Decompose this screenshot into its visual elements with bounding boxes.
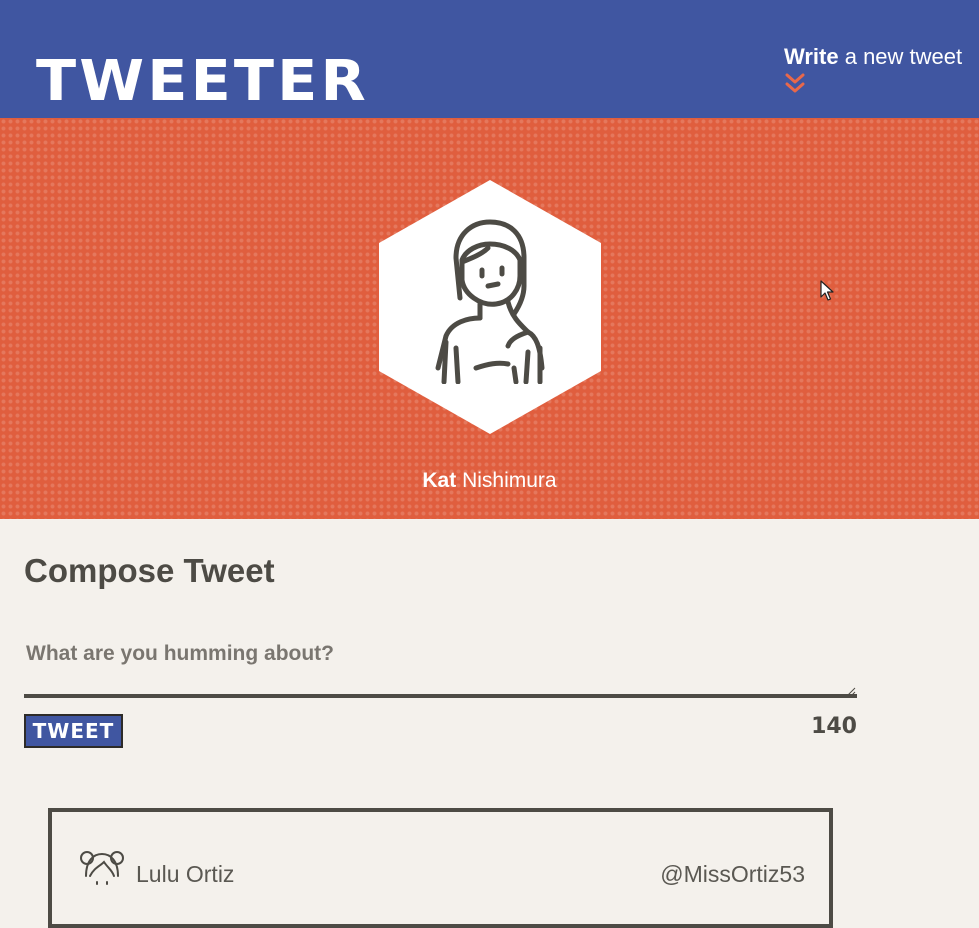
tweet-author-handle: @MissOrtiz53 xyxy=(660,861,805,887)
woman-avatar-icon xyxy=(435,219,545,384)
character-counter: 140 xyxy=(811,714,857,739)
double-chevron-down-icon[interactable] xyxy=(785,72,805,96)
tweet-submit-button[interactable]: TWEET xyxy=(24,714,123,748)
tweet-card: Lulu Ortiz @MissOrtiz53 xyxy=(48,808,833,928)
tweet-text-input[interactable] xyxy=(24,638,857,698)
profile-name: Kat Nishimura xyxy=(0,468,979,494)
top-navbar: TWEETER Write a new tweet xyxy=(0,0,979,118)
profile-banner: Kat Nishimura xyxy=(0,118,979,519)
compose-tweet-title: Compose Tweet xyxy=(24,552,275,589)
write-new-tweet-bold: Write xyxy=(784,44,839,69)
logo: TWEETER xyxy=(36,49,369,114)
profile-first-name: Kat xyxy=(422,469,457,492)
write-new-tweet-rest: a new tweet xyxy=(838,44,963,69)
profile-last-name: Nishimura xyxy=(456,469,557,492)
mouse-pointer-icon xyxy=(820,280,834,301)
resize-grip-icon[interactable] xyxy=(846,686,856,696)
write-new-tweet-toggle[interactable]: Write a new tweet xyxy=(784,42,962,72)
tweet-author-name: Lulu Ortiz xyxy=(136,861,235,887)
girl-avatar-icon xyxy=(80,851,124,885)
